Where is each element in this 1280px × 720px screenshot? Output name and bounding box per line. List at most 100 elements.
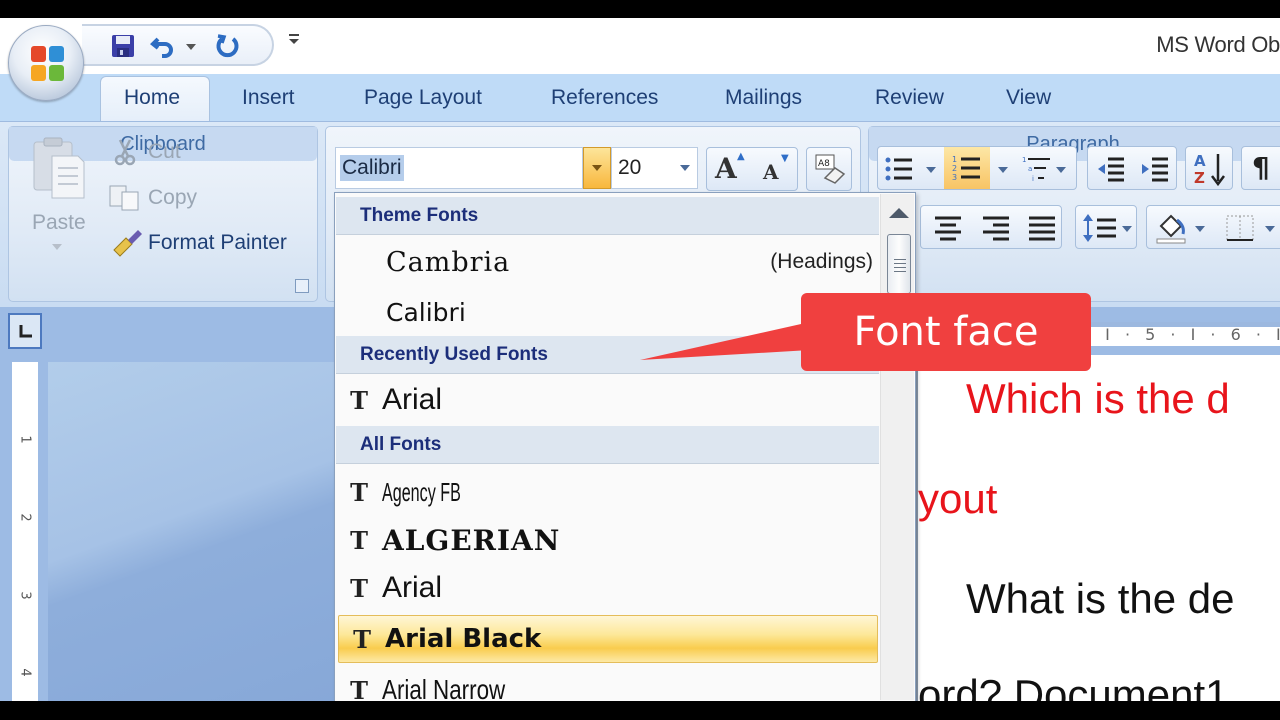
numbering-button[interactable]: 123 xyxy=(944,147,990,189)
ruler-mark: 1 xyxy=(17,435,33,444)
document-background xyxy=(48,362,338,702)
document-line: yout xyxy=(918,475,998,522)
multilevel-list-icon[interactable]: 1ai xyxy=(1022,155,1052,183)
tab-home[interactable]: Home xyxy=(124,86,180,110)
tab-selector-button[interactable] xyxy=(8,313,42,349)
ruler-mark: 3 xyxy=(17,591,33,600)
chevron-down-icon xyxy=(592,165,602,171)
pilcrow-icon: ¶ xyxy=(1252,151,1270,184)
font-item-agency-fb[interactable]: T Agency FB xyxy=(336,467,879,517)
sort-button[interactable]: A Z xyxy=(1185,146,1233,190)
font-item-name: Arial Black xyxy=(385,624,542,654)
document-page[interactable]: Which is the d yout What is the de ord? … xyxy=(916,355,1280,718)
paste-button[interactable] xyxy=(28,136,88,206)
save-icon xyxy=(112,35,134,57)
font-item-cambria[interactable]: Cambria (Headings) xyxy=(336,237,879,287)
shrink-font-icon: ▼ xyxy=(781,153,789,164)
multilevel-dropdown-icon[interactable] xyxy=(1056,167,1066,173)
shrink-font-button[interactable]: A xyxy=(763,160,779,184)
align-center-icon[interactable] xyxy=(933,215,963,241)
borders-icon[interactable] xyxy=(1225,214,1255,242)
font-size-value[interactable]: 20 xyxy=(618,156,641,180)
customize-qat-button[interactable] xyxy=(288,32,300,50)
line-spacing-button[interactable] xyxy=(1075,205,1137,249)
truetype-icon: T xyxy=(353,624,371,654)
redo-button[interactable] xyxy=(212,32,242,60)
svg-text:3: 3 xyxy=(952,173,957,182)
window-title: MS Word Ob xyxy=(1156,32,1280,57)
font-size-combobox[interactable]: 20 xyxy=(611,147,698,189)
bullets-dropdown-icon[interactable] xyxy=(926,167,936,173)
vertical-ruler: 1 2 3 4 xyxy=(12,362,38,702)
svg-text:A8: A8 xyxy=(818,159,830,169)
indent-buttons xyxy=(1087,146,1177,190)
font-face-dropdown-button[interactable] xyxy=(583,147,611,189)
font-item-name: Agency FB xyxy=(382,476,461,507)
undo-button[interactable] xyxy=(148,32,178,60)
cut-icon xyxy=(112,138,138,170)
cut-button[interactable]: Cut xyxy=(148,140,181,164)
decrease-indent-icon[interactable] xyxy=(1096,155,1126,183)
font-face-combobox[interactable]: Calibri xyxy=(335,147,583,189)
line-spacing-dropdown-icon xyxy=(1122,226,1132,232)
horizontal-ruler-marks: · I · 5 · I · 6 · I xyxy=(1085,325,1280,344)
svg-text:a: a xyxy=(1028,165,1032,173)
office-button[interactable] xyxy=(8,25,84,101)
shading-icon[interactable] xyxy=(1155,212,1189,244)
font-face-dropdown: Theme Fonts Cambria (Headings) Calibri R… xyxy=(334,192,916,705)
format-painter-icon xyxy=(110,228,144,262)
letterbox-bottom xyxy=(0,701,1280,720)
clipboard-launcher-icon[interactable] xyxy=(295,279,309,293)
copy-icon xyxy=(108,184,142,216)
shading-border-buttons xyxy=(1146,205,1280,249)
font-item-algerian[interactable]: T ALGERIAN xyxy=(336,515,879,565)
font-item-name: ALGERIAN xyxy=(382,523,561,557)
truetype-icon: T xyxy=(350,477,368,507)
truetype-icon: T xyxy=(350,525,368,555)
tab-mailings[interactable]: Mailings xyxy=(725,86,802,110)
numbering-icon: 123 xyxy=(952,155,980,182)
font-size-dropdown-icon[interactable] xyxy=(680,165,690,171)
grow-font-button[interactable]: A xyxy=(715,152,737,185)
letterbox-top xyxy=(0,0,1280,18)
scroll-thumb[interactable] xyxy=(887,234,911,294)
save-button[interactable] xyxy=(108,32,138,60)
paste-label[interactable]: Paste xyxy=(32,211,86,235)
font-item-arial-black[interactable]: T Arial Black xyxy=(338,615,878,663)
font-item-tag: (Headings) xyxy=(770,250,873,273)
tab-page-layout[interactable]: Page Layout xyxy=(364,86,482,110)
paste-dropdown-icon[interactable] xyxy=(52,244,62,250)
format-painter-button[interactable]: Format Painter xyxy=(148,231,287,255)
quick-access-toolbar xyxy=(82,24,274,66)
font-item-name: Calibri xyxy=(386,297,466,327)
tab-insert[interactable]: Insert xyxy=(242,86,295,110)
clear-formatting-button[interactable]: A8 xyxy=(806,147,852,191)
ruler-mark: 4 xyxy=(17,668,33,677)
svg-text:1: 1 xyxy=(952,155,957,164)
increase-indent-icon[interactable] xyxy=(1140,155,1170,183)
justify-icon[interactable] xyxy=(1027,215,1057,241)
section-header-theme-fonts: Theme Fonts xyxy=(336,197,879,235)
dropdown-scrollbar[interactable] xyxy=(880,194,914,700)
numbering-dropdown-icon[interactable] xyxy=(998,167,1008,173)
font-item-arial[interactable]: T Arial xyxy=(336,563,879,613)
font-face-value[interactable]: Calibri xyxy=(340,155,404,181)
copy-button[interactable]: Copy xyxy=(148,186,197,210)
truetype-icon: T xyxy=(350,385,368,415)
document-line: Which is the d xyxy=(966,375,1230,422)
tab-view[interactable]: View xyxy=(1006,86,1051,110)
tab-review[interactable]: Review xyxy=(875,86,944,110)
align-right-icon[interactable] xyxy=(981,215,1011,241)
font-item-name: Arial xyxy=(382,383,443,416)
font-item-arial-recent[interactable]: T Arial xyxy=(336,375,879,425)
tab-references[interactable]: References xyxy=(551,86,658,110)
show-formatting-button[interactable]: ¶ xyxy=(1241,146,1280,190)
shading-dropdown-icon[interactable] xyxy=(1195,226,1205,232)
svg-text:Z: Z xyxy=(1194,169,1205,187)
font-face-callout: Font face xyxy=(801,293,1091,371)
scroll-up-icon[interactable] xyxy=(889,208,909,218)
borders-dropdown-icon[interactable] xyxy=(1265,226,1275,232)
undo-dropdown-icon xyxy=(186,44,196,50)
font-item-name: Arial xyxy=(382,571,443,604)
bullets-icon[interactable] xyxy=(884,155,914,183)
